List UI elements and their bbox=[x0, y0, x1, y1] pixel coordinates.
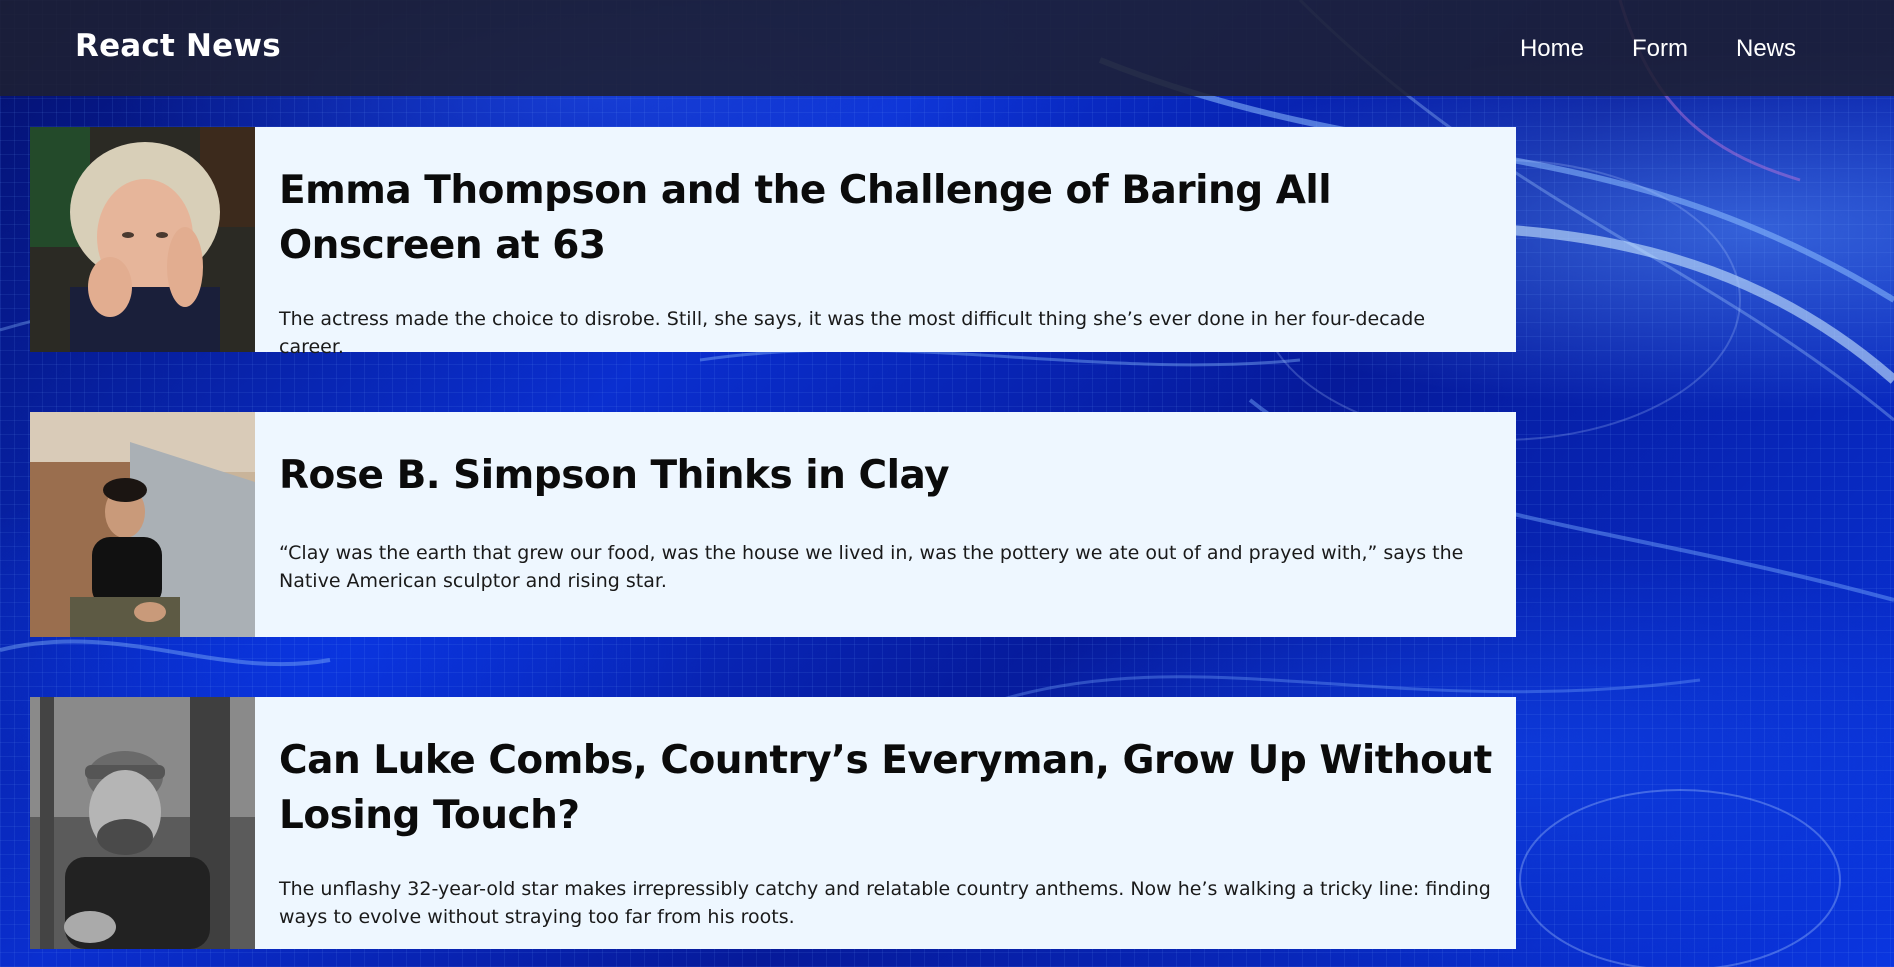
nav-link-news[interactable]: News bbox=[1736, 35, 1796, 63]
nav-links: Home Form News bbox=[1520, 35, 1796, 63]
article-image[interactable] bbox=[30, 412, 255, 637]
article-card[interactable]: Can Luke Combs, Country’s Everyman, Grow… bbox=[30, 697, 1516, 949]
portrait-image bbox=[30, 697, 255, 949]
article-image[interactable] bbox=[30, 127, 255, 352]
article-title[interactable]: Rose B. Simpson Thinks in Clay bbox=[279, 448, 1492, 503]
article-content: Emma Thompson and the Challenge of Barin… bbox=[255, 127, 1516, 358]
portrait-image bbox=[30, 127, 255, 352]
article-card[interactable]: Rose B. Simpson Thinks in Clay “Clay was… bbox=[30, 412, 1516, 637]
brand-logo[interactable]: React News bbox=[75, 28, 281, 64]
portrait-image bbox=[30, 412, 255, 637]
article-title[interactable]: Emma Thompson and the Challenge of Barin… bbox=[279, 163, 1492, 273]
article-title[interactable]: Can Luke Combs, Country’s Everyman, Grow… bbox=[279, 733, 1492, 843]
article-summary: “Clay was the earth that grew our food, … bbox=[279, 542, 1464, 592]
article-summary: The unflashy 32-year-old star makes irre… bbox=[279, 878, 1491, 928]
article-content: Can Luke Combs, Country’s Everyman, Grow… bbox=[255, 697, 1516, 949]
article-list: Emma Thompson and the Challenge of Barin… bbox=[30, 127, 1516, 967]
nav-link-form[interactable]: Form bbox=[1632, 35, 1688, 63]
article-card[interactable]: Emma Thompson and the Challenge of Barin… bbox=[30, 127, 1516, 358]
top-navbar: React News Home Form News bbox=[0, 0, 1894, 96]
article-image[interactable] bbox=[30, 697, 255, 949]
nav-link-home[interactable]: Home bbox=[1520, 35, 1584, 63]
article-summary: The actress made the choice to disrobe. … bbox=[279, 308, 1426, 358]
article-content: Rose B. Simpson Thinks in Clay “Clay was… bbox=[255, 412, 1516, 637]
